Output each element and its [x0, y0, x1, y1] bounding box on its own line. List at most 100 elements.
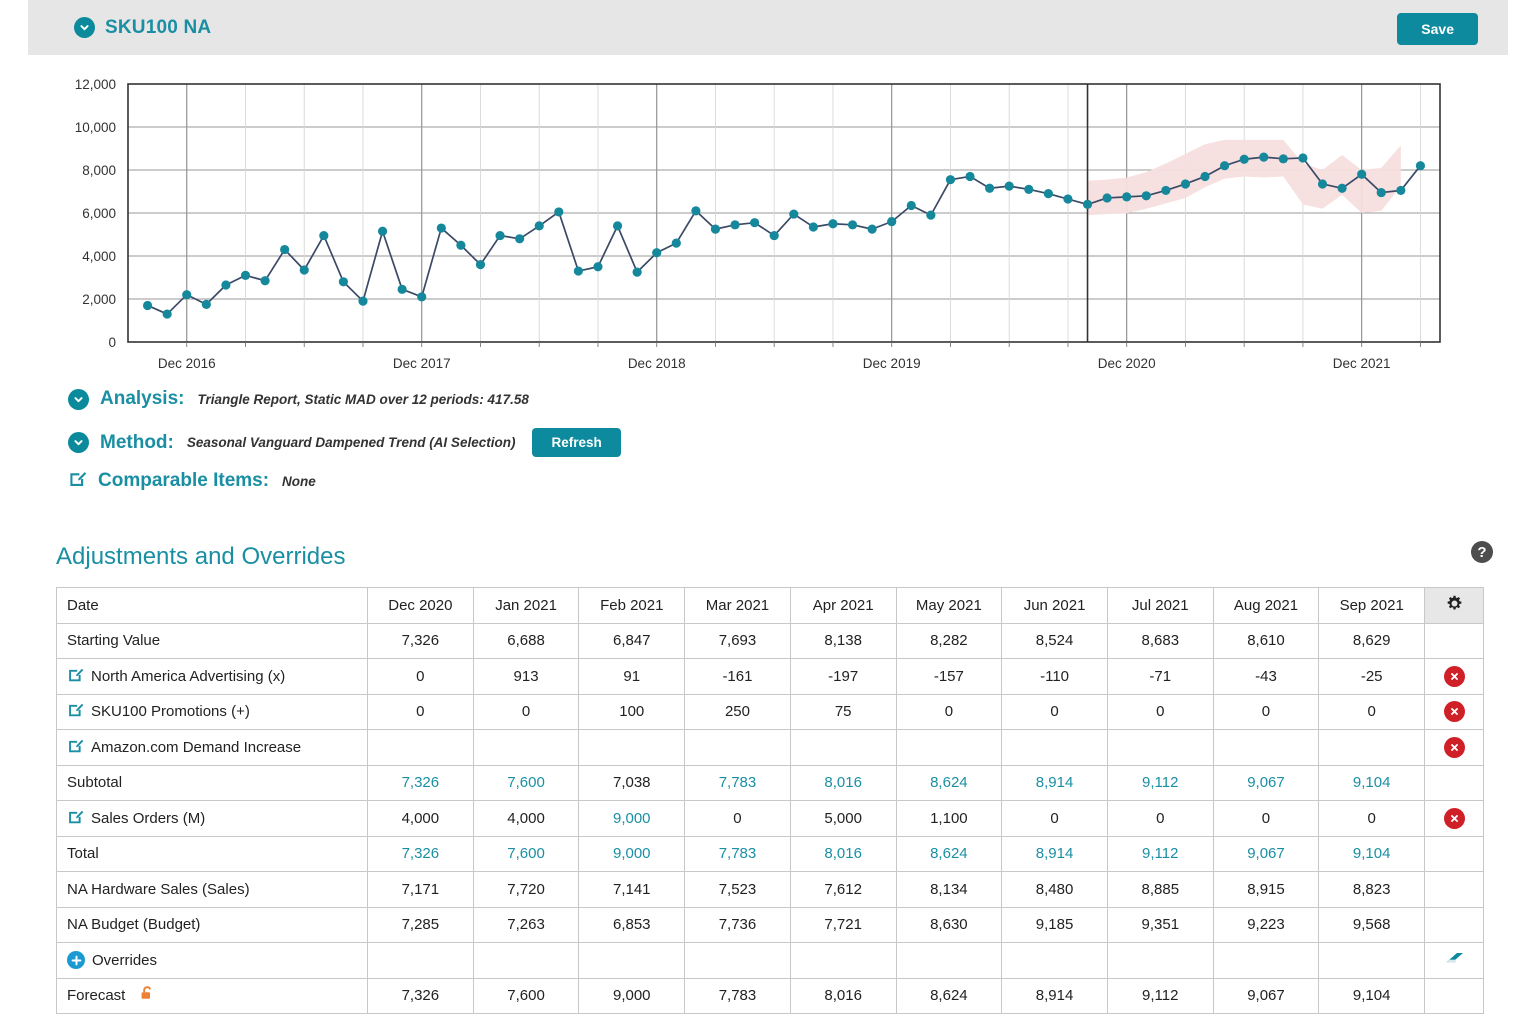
table-cell[interactable]: [579, 730, 685, 766]
column-header-period[interactable]: Sep 2021: [1319, 588, 1425, 624]
table-settings-header[interactable]: [1425, 588, 1484, 624]
column-header-period[interactable]: Mar 2021: [685, 588, 791, 624]
table-cell[interactable]: -161: [685, 659, 791, 695]
table-cell[interactable]: 7,612: [790, 872, 896, 908]
table-cell[interactable]: [1213, 730, 1319, 766]
column-header-period[interactable]: Jul 2021: [1107, 588, 1213, 624]
table-cell[interactable]: 7,783: [685, 836, 791, 872]
table-cell[interactable]: 7,600: [473, 765, 579, 801]
table-cell[interactable]: 7,263: [473, 907, 579, 943]
table-cell[interactable]: 250: [685, 694, 791, 730]
edit-icon[interactable]: [67, 701, 84, 722]
table-cell[interactable]: -110: [1002, 659, 1108, 695]
table-cell[interactable]: 8,624: [896, 978, 1002, 1014]
table-cell[interactable]: 8,624: [896, 836, 1002, 872]
chevron-down-icon[interactable]: [74, 17, 95, 38]
table-cell[interactable]: [1213, 943, 1319, 979]
analysis-collapse-icon[interactable]: [68, 389, 89, 410]
column-header-period[interactable]: Dec 2020: [368, 588, 474, 624]
table-cell[interactable]: 91: [579, 659, 685, 695]
table-cell[interactable]: 6,688: [473, 623, 579, 659]
table-cell[interactable]: 9,000: [579, 978, 685, 1014]
edit-icon[interactable]: [68, 469, 87, 493]
edit-icon[interactable]: [67, 666, 84, 687]
table-cell[interactable]: 7,326: [368, 623, 474, 659]
table-cell[interactable]: [1002, 730, 1108, 766]
row-action-cell[interactable]: [1425, 801, 1484, 837]
table-cell[interactable]: [896, 943, 1002, 979]
table-cell[interactable]: [896, 730, 1002, 766]
row-action-cell[interactable]: [1425, 730, 1484, 766]
table-cell[interactable]: 7,783: [685, 765, 791, 801]
table-cell[interactable]: [1107, 943, 1213, 979]
table-cell[interactable]: [1319, 943, 1425, 979]
table-cell[interactable]: 7,783: [685, 978, 791, 1014]
table-cell[interactable]: 9,568: [1319, 907, 1425, 943]
column-header-period[interactable]: Jan 2021: [473, 588, 579, 624]
table-cell[interactable]: 4,000: [473, 801, 579, 837]
table-cell[interactable]: 8,629: [1319, 623, 1425, 659]
table-cell[interactable]: 7,326: [368, 765, 474, 801]
table-cell[interactable]: 7,285: [368, 907, 474, 943]
table-cell[interactable]: -43: [1213, 659, 1319, 695]
table-cell[interactable]: 9,351: [1107, 907, 1213, 943]
table-cell[interactable]: [685, 730, 791, 766]
table-cell[interactable]: -25: [1319, 659, 1425, 695]
table-cell[interactable]: 8,914: [1002, 836, 1108, 872]
table-cell[interactable]: 8,823: [1319, 872, 1425, 908]
table-cell[interactable]: 7,600: [473, 836, 579, 872]
edit-icon[interactable]: [67, 737, 84, 758]
table-cell[interactable]: 0: [473, 694, 579, 730]
table-cell[interactable]: 0: [1213, 801, 1319, 837]
table-cell[interactable]: 8,016: [790, 836, 896, 872]
edit-icon[interactable]: [67, 808, 84, 829]
table-cell[interactable]: 9,104: [1319, 765, 1425, 801]
method-collapse-icon[interactable]: [68, 432, 89, 453]
row-action-cell[interactable]: [1425, 659, 1484, 695]
table-cell[interactable]: 913: [473, 659, 579, 695]
table-cell[interactable]: 8,610: [1213, 623, 1319, 659]
delete-row-button[interactable]: [1444, 666, 1465, 687]
table-cell[interactable]: 9,112: [1107, 978, 1213, 1014]
table-cell[interactable]: 8,134: [896, 872, 1002, 908]
table-cell[interactable]: 5,000: [790, 801, 896, 837]
eraser-icon[interactable]: [1443, 951, 1465, 969]
table-cell[interactable]: 0: [1319, 694, 1425, 730]
table-cell[interactable]: 7,600: [473, 978, 579, 1014]
table-cell[interactable]: 0: [1319, 801, 1425, 837]
table-cell[interactable]: 100: [579, 694, 685, 730]
row-action-cell[interactable]: [1425, 694, 1484, 730]
table-cell[interactable]: 0: [1002, 694, 1108, 730]
column-header-period[interactable]: Feb 2021: [579, 588, 685, 624]
table-cell[interactable]: 7,736: [685, 907, 791, 943]
table-cell[interactable]: 8,016: [790, 978, 896, 1014]
table-cell[interactable]: 7,141: [579, 872, 685, 908]
table-cell[interactable]: [579, 943, 685, 979]
table-cell[interactable]: 9,000: [579, 836, 685, 872]
table-cell[interactable]: [368, 943, 474, 979]
table-cell[interactable]: -157: [896, 659, 1002, 695]
table-cell[interactable]: -197: [790, 659, 896, 695]
table-cell[interactable]: 0: [368, 694, 474, 730]
table-cell[interactable]: 9,112: [1107, 836, 1213, 872]
table-cell[interactable]: 8,138: [790, 623, 896, 659]
table-cell[interactable]: [790, 730, 896, 766]
table-cell[interactable]: 7,720: [473, 872, 579, 908]
table-cell[interactable]: 8,885: [1107, 872, 1213, 908]
table-cell[interactable]: [1319, 730, 1425, 766]
column-header-period[interactable]: Jun 2021: [1002, 588, 1108, 624]
table-cell[interactable]: 8,683: [1107, 623, 1213, 659]
table-cell[interactable]: 9,067: [1213, 836, 1319, 872]
table-cell[interactable]: 8,016: [790, 765, 896, 801]
table-cell[interactable]: 7,693: [685, 623, 791, 659]
delete-row-button[interactable]: [1444, 808, 1465, 829]
table-cell[interactable]: [473, 943, 579, 979]
table-cell[interactable]: 7,721: [790, 907, 896, 943]
table-cell[interactable]: 9,067: [1213, 978, 1319, 1014]
table-cell[interactable]: 0: [685, 801, 791, 837]
table-cell[interactable]: 9,185: [1002, 907, 1108, 943]
table-cell[interactable]: 0: [1107, 801, 1213, 837]
table-cell[interactable]: 7,326: [368, 978, 474, 1014]
table-cell[interactable]: 4,000: [368, 801, 474, 837]
table-cell[interactable]: 7,038: [579, 765, 685, 801]
